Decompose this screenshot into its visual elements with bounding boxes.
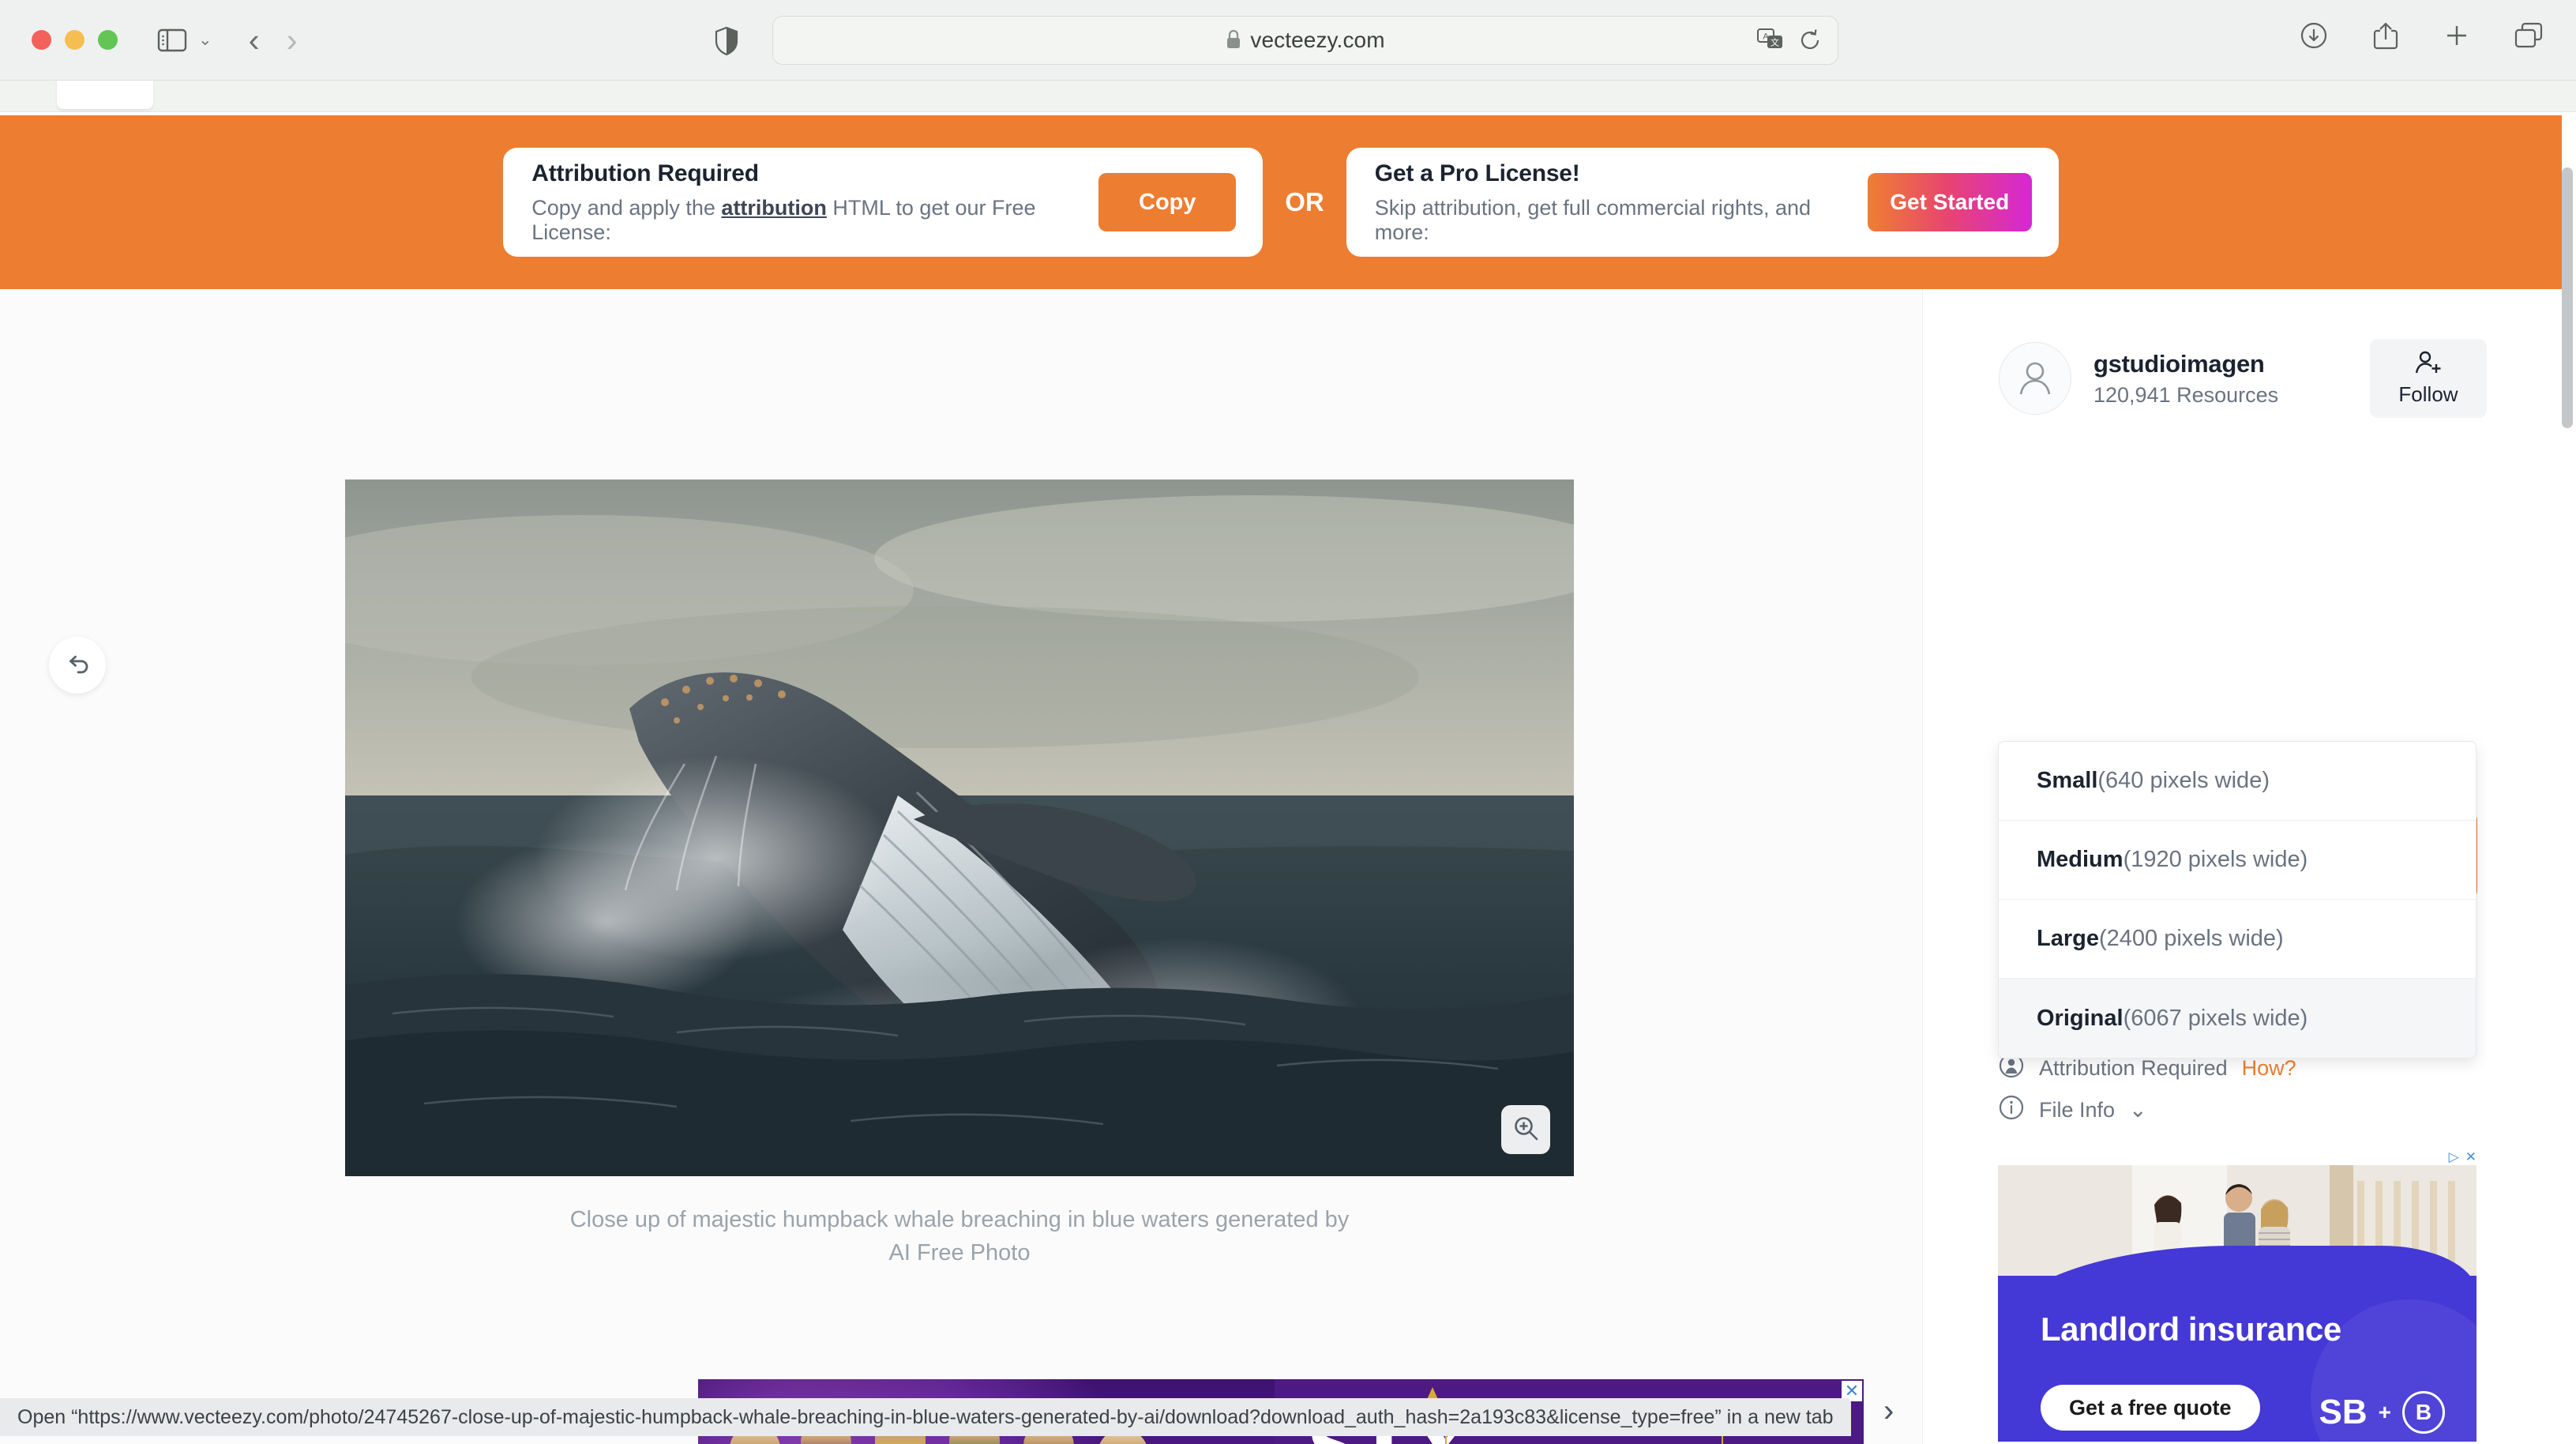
pro-license-card: Get a Pro License! Skip attribution, get… [1346,148,2059,257]
attribution-title: Attribution Required [531,160,759,186]
avatar[interactable] [1999,342,2071,415]
downloads-icon[interactable] [2300,21,2328,54]
attribution-subtitle-pre: Copy and apply the [531,195,722,220]
download-option-large-dims: (2400 pixels wide) [2098,926,2284,951]
privacy-shield-icon[interactable] [715,26,738,59]
download-option-medium-dims: (1920 pixels wide) [2123,847,2308,872]
back-to-results-button[interactable] [49,637,106,694]
ad-close-icon[interactable]: ✕ [2465,1149,2476,1165]
follow-button-label: Follow [2398,382,2458,406]
get-started-button[interactable]: Get Started [1867,173,2032,231]
link-status-text: Open “https://www.vecteezy.com/photo/247… [17,1405,1834,1428]
back-chevron-icon[interactable]: ‹ [249,23,260,57]
forward-chevron-icon[interactable]: › [287,23,298,57]
download-option-original-dims: (6067 pixels wide) [2123,1005,2308,1031]
tab-overview-icon[interactable] [2514,22,2543,53]
sidebar-advertisement[interactable]: Landlord insurance Get a free quote SB +… [1998,1165,2476,1442]
address-bar-actions: A 文 [1757,28,1822,56]
download-option-large[interactable]: Large (2400 pixels wide) [1999,900,2476,979]
adchoices-icon[interactable]: ▷ [2449,1149,2459,1165]
page-top-strip [0,81,2576,112]
url-domain: vecteezy.com [1250,28,1385,52]
page-scrollbar-thumb[interactable] [2562,167,2573,428]
bcorp-icon: B [2402,1391,2445,1434]
download-option-original[interactable]: Original (6067 pixels wide) [1999,979,2476,1058]
attribution-subtitle: Copy and apply the attribution HTML to g… [531,196,1098,245]
follow-button[interactable]: Follow [2370,339,2487,418]
download-option-small-dims: (640 pixels wide) [2097,768,2270,793]
author-meta: gstudioimagen 120,941 Resources [2093,350,2370,408]
download-option-small[interactable]: Small (640 pixels wide) [1999,742,2476,821]
minimize-window-button[interactable] [65,30,84,50]
browser-toolbar: ⌄ ‹ › vecteezy.com A 文 [0,0,2576,81]
toolbar-right-actions [2300,21,2543,55]
address-bar[interactable]: vecteezy.com A 文 [772,16,1838,65]
reload-icon[interactable] [1798,28,1822,56]
zoom-in-icon [1512,1115,1539,1145]
page-viewport: Attribution Required Copy and apply the … [0,81,2576,1444]
pro-text-column: Get a Pro License! Skip attribution, get… [1375,160,1868,245]
url-text-wrapper: vecteezy.com [1226,28,1385,53]
author-resource-count: 120,941 Resources [2093,382,2279,407]
file-info-text: File Info [2039,1098,2116,1122]
attribution-required-text: Attribution Required [2039,1056,2228,1080]
copy-attribution-button[interactable]: Copy [1098,173,1237,231]
sidebar-ad-headline: Landlord insurance [2041,1311,2341,1348]
sidebar-ad-brand-mark: SB [2319,1393,2368,1431]
photo-preview[interactable] [345,479,1574,1176]
link-status-bar: Open “https://www.vecteezy.com/photo/247… [0,1398,1851,1436]
photo-caption: Close up of majestic humpback whale brea… [345,1203,1574,1269]
download-option-original-size: Original [2037,1005,2124,1031]
share-icon[interactable] [2372,21,2399,55]
photo-caption-line2: AI Free Photo [888,1240,1031,1265]
svg-text:文: 文 [1771,37,1779,48]
license-banner: Attribution Required Copy and apply the … [0,115,2562,289]
attribution-link[interactable]: attribution [721,196,826,220]
whale-photo-image [345,479,1574,1176]
author-name[interactable]: gstudioimagen [2093,350,2370,378]
photo-caption-line1: Close up of majestic humpback whale brea… [569,1207,1350,1232]
zoom-in-button[interactable] [1501,1105,1550,1154]
navigation-arrows: ‹ › [249,23,298,57]
download-option-medium[interactable]: Medium (1920 pixels wide) [1999,821,2476,900]
lock-icon [1226,29,1241,50]
new-tab-plus-icon[interactable] [2443,22,2470,53]
download-option-small-size: Small [2037,768,2098,793]
sidebar-chevron-down-icon[interactable]: ⌄ [198,30,212,50]
or-divider-label: OR [1285,187,1324,216]
page-tab-remnant [57,81,153,109]
user-avatar-icon [2015,356,2056,401]
undo-arrow-icon [64,651,91,680]
pro-subtitle: Skip attribution, get full commercial ri… [1374,195,1811,244]
attribution-card: Attribution Required Copy and apply the … [503,148,1264,257]
close-window-button[interactable] [32,30,51,50]
add-user-icon [2413,350,2443,379]
translate-icon[interactable]: A 文 [1757,28,1784,56]
file-info-row[interactable]: File Info ⌄ [1998,1094,2147,1126]
author-row: gstudioimagen 120,941 Resources Follow [1999,337,2487,420]
page-scrollbar[interactable] [2562,167,2573,1444]
window-traffic-lights [32,30,118,50]
download-size-menu: Small (640 pixels wide) Medium (1920 pixel… [1998,741,2476,1059]
sidebar-toggle-icon[interactable] [157,28,187,53]
attribution-text-column: Attribution Required Copy and apply the … [531,160,1098,245]
info-circle-icon [1998,1094,2025,1126]
sidebar-ad-controls: ▷ ✕ [1998,1149,2476,1166]
sidebar-ad-plus: + [2378,1400,2391,1424]
pro-title: Get a Pro License! [1374,160,1580,186]
maximize-window-button[interactable] [98,30,118,50]
chevron-down-icon: ⌄ [2129,1098,2147,1122]
sidebar-ad-brand: SB + B [2319,1391,2445,1434]
download-option-large-size: Large [2037,926,2099,951]
main-content-area: Close up of majestic humpback whale brea… [0,289,1922,1444]
carousel-next-icon[interactable]: › [1883,1393,1894,1429]
attribution-how-link[interactable]: How? [2242,1056,2296,1081]
sidebar-ad-cta-button[interactable]: Get a free quote [2041,1385,2260,1431]
download-option-medium-size: Medium [2037,847,2124,872]
